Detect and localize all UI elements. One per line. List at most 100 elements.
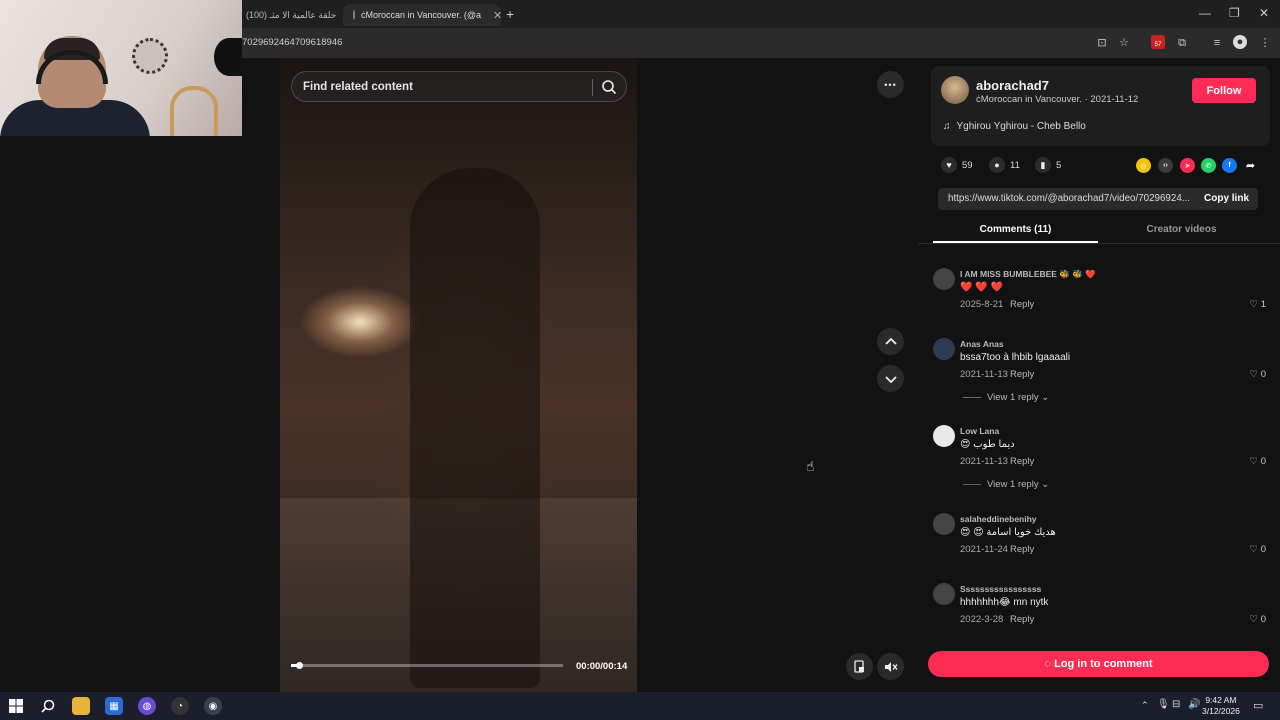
comment-like-count: 1 (1260, 299, 1266, 310)
facebook-icon[interactable]: f (1222, 158, 1237, 173)
share-arrow-icon[interactable]: ➦ (1243, 158, 1258, 173)
comment-stat[interactable]: ● 11 (989, 157, 1020, 173)
address-bar[interactable]: 7029692464709618946 (242, 37, 342, 48)
comment-like[interactable]: ♡ 1 (1250, 299, 1266, 310)
comment-reply-button[interactable]: Reply (1010, 614, 1034, 625)
install-app-icon[interactable]: ⊡ (1094, 35, 1110, 51)
creator-username[interactable]: aborachad7 (976, 78, 1049, 93)
media-control-icon[interactable]: ≡ (1209, 35, 1225, 51)
creator-avatar[interactable] (941, 76, 969, 104)
comment-author[interactable]: salaheddinebenihy (960, 514, 1037, 524)
comment-avatar[interactable] (933, 583, 955, 605)
minimize-icon[interactable]: — (1199, 6, 1211, 20)
taskbar-clock[interactable]: 9:42 AM 3/12/2026 (1202, 695, 1240, 717)
app-icon[interactable]: ◔ (171, 697, 189, 715)
comment-count: 11 (1010, 159, 1020, 171)
follow-button[interactable]: Follow (1192, 78, 1256, 103)
tab-creator-videos[interactable]: Creator videos (1098, 224, 1265, 235)
send-to-friends-icon[interactable]: ➤ (1180, 158, 1195, 173)
extension-badge[interactable]: 57 (1151, 35, 1165, 49)
floating-player-button[interactable] (846, 653, 873, 680)
comment-like[interactable]: ♡ 0 (1250, 456, 1266, 467)
comment-avatar[interactable] (933, 268, 955, 290)
close-window-icon[interactable]: ✕ (1259, 6, 1269, 20)
comment-reply-button[interactable]: Reply (1010, 299, 1034, 310)
music-info[interactable]: ♫ Yghirou Yghirou - Cheb Bello (943, 121, 1086, 132)
comment-author[interactable]: Sssssssssssssssss (960, 584, 1041, 594)
microphone-icon[interactable]: 🎙 (1157, 699, 1170, 710)
comment-like[interactable]: ♡ 0 (1250, 614, 1266, 625)
view-replies-button[interactable]: View 1 reply ⌄ (963, 479, 1049, 490)
comment-bubble-icon: ● (989, 157, 1005, 173)
comment-item: I AM MISS BUMBLEBEE 🐝 🐝 ❤️ ❤️ ❤️ ❤️ 2025… (933, 268, 1268, 312)
video-link-text[interactable]: https://www.tiktok.com/@aborachad7/video… (948, 193, 1190, 204)
windows-start-icon[interactable] (7, 697, 25, 715)
comment-author[interactable]: Low Lana (960, 426, 999, 436)
taskbar-search-icon[interactable] (39, 697, 57, 715)
login-to-comment-button[interactable]: ◌ Log in to comment (928, 651, 1269, 677)
comment-like-count: 0 (1260, 369, 1266, 380)
whatsapp-icon[interactable]: ✆ (1201, 158, 1216, 173)
related-search-input[interactable] (301, 78, 581, 96)
windows-taskbar (0, 692, 1280, 720)
music-note-icon: ♫ (943, 121, 951, 132)
comment-avatar[interactable] (933, 338, 955, 360)
tab-comments[interactable]: Comments (11) (933, 224, 1098, 235)
app-icon[interactable]: ◍ (138, 697, 156, 715)
chrome-icon[interactable]: ◉ (204, 697, 222, 715)
heart-outline-icon: ♡ (1249, 369, 1261, 380)
copy-link-button[interactable]: Copy link (1204, 193, 1249, 204)
comment-avatar[interactable] (933, 425, 955, 447)
store-icon[interactable]: ▦ (105, 697, 123, 715)
network-icon[interactable]: ⊟ (1172, 699, 1180, 710)
more-options-button[interactable]: ••• (877, 71, 904, 98)
tray-chevron-up-icon[interactable]: ⌃ (1141, 700, 1149, 711)
comment-author[interactable]: Anas Anas (960, 339, 1004, 349)
close-tab-icon[interactable]: ✕ (493, 9, 501, 22)
profile-avatar-icon[interactable]: ● (1233, 35, 1247, 49)
heart-outline-icon: ♡ (1249, 544, 1261, 555)
comment-reply-button[interactable]: Reply (1010, 544, 1034, 555)
video-progress-bar[interactable] (291, 662, 563, 669)
comment-reply-button[interactable]: Reply (1010, 369, 1034, 380)
search-icon[interactable] (601, 79, 617, 95)
bookmark-star-icon[interactable]: ☆ (1116, 35, 1132, 51)
browser-menu-icon[interactable]: ⋮ (1257, 35, 1273, 51)
tiktok-favicon-icon (353, 10, 355, 20)
tab-title: (100) حلقة عالمية الا مثـ (246, 9, 337, 20)
comment-item: salaheddinebenihy 😍 😍 هديك خويا اسامة 20… (933, 513, 1268, 557)
comment-date: 2021-11-24 (960, 544, 1008, 555)
comment-reply-button[interactable]: Reply (1010, 456, 1034, 467)
bookmark-icon: ▮ (1035, 157, 1051, 173)
mute-button[interactable] (877, 653, 904, 680)
new-tab-button[interactable]: + (506, 6, 514, 22)
comment-date: 2022-3-28 (960, 614, 1004, 625)
save-count: 5 (1056, 159, 1062, 171)
webcam-overlay (0, 0, 242, 136)
like-stat[interactable]: ♥ 59 (941, 157, 973, 173)
extensions-icon[interactable]: ⧉ (1174, 35, 1190, 51)
save-stat[interactable]: ▮ 5 (1035, 157, 1061, 173)
browser-tab-2[interactable]: ċMoroccan in Vancouver. (@a ✕ (343, 4, 501, 26)
video-player[interactable] (280, 58, 637, 692)
browser-tab-1[interactable]: (100) حلقة عالمية الا مثـ ✕ (236, 4, 340, 26)
comment-author[interactable]: I AM MISS BUMBLEBEE 🐝 🐝 ❤️ (960, 269, 1096, 280)
search-separator (592, 79, 593, 96)
embed-icon[interactable]: ‹› (1158, 158, 1173, 173)
comment-text: 😍 😍 هديك خويا اسامة (960, 527, 1056, 538)
comment-like[interactable]: ♡ 0 (1250, 369, 1266, 380)
wall-frame (170, 86, 218, 136)
wall-mirror (132, 38, 168, 74)
restore-icon[interactable]: ❐ (1229, 6, 1240, 20)
chevron-down-icon: ⌄ (1041, 479, 1050, 490)
chevron-down-icon: ⌄ (1041, 392, 1050, 403)
file-explorer-icon[interactable] (72, 697, 90, 715)
notifications-icon[interactable]: ▭ (1253, 699, 1263, 712)
comment-like[interactable]: ♡ 0 (1250, 544, 1266, 555)
comment-avatar[interactable] (933, 513, 955, 535)
view-replies-button[interactable]: View 1 reply ⌄ (963, 392, 1049, 403)
repost-icon[interactable]: ◎ (1136, 158, 1151, 173)
next-video-button[interactable] (877, 365, 904, 392)
previous-video-button[interactable] (877, 328, 904, 355)
volume-icon[interactable]: 🔊 (1188, 699, 1200, 710)
